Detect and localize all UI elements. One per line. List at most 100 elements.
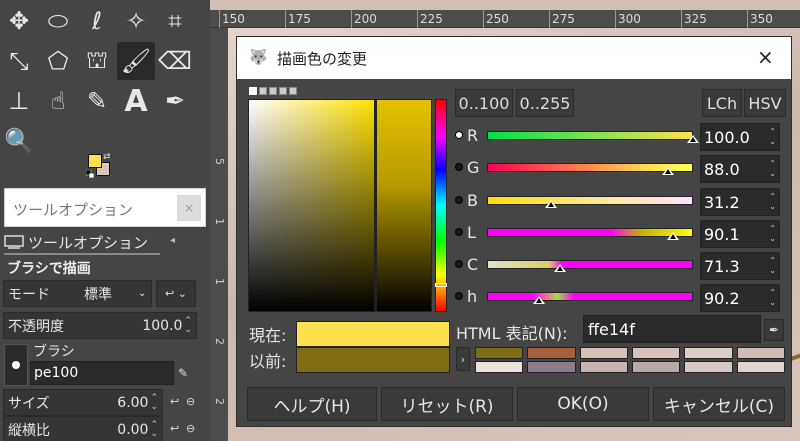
history-color-swatch[interactable]	[736, 361, 785, 373]
gimp-selector-tab-icon[interactable]	[249, 87, 257, 95]
channel-slider[interactable]	[487, 260, 693, 269]
channel-value-input[interactable]: 71.3 ⌃ ⌄	[700, 252, 780, 280]
slider-marker-icon[interactable]	[666, 232, 679, 240]
aspect-ratio-reset-icon[interactable]: ↩	[170, 422, 179, 435]
history-color-swatch[interactable]	[579, 347, 628, 359]
eyedropper-icon[interactable]: ✒	[764, 319, 784, 341]
range-0-255-button[interactable]: 0..255	[516, 89, 574, 117]
cage-transform-tool-icon[interactable]: ⬠	[39, 42, 77, 80]
paintbrush-tool-icon[interactable]: 🖌	[117, 42, 155, 80]
watercolor-selector-tab-icon[interactable]	[289, 87, 297, 95]
vertical-ruler[interactable]: 5 1 1 2 2	[210, 28, 228, 441]
free-select-tool-icon[interactable]: ℓ	[78, 2, 116, 40]
aspect-ratio-slider[interactable]: 縦横比 0.00 ⌃ ⌄	[3, 416, 163, 441]
history-color-swatch[interactable]	[736, 347, 785, 359]
crop-tool-icon[interactable]: ⌗	[156, 2, 194, 40]
size-slider[interactable]: サイズ 6.00 ⌃ ⌄	[3, 389, 163, 416]
brush-preview[interactable]	[4, 344, 28, 386]
cancel-button[interactable]: キャンセル(C)	[653, 387, 785, 421]
cmyk-selector-tab-icon[interactable]	[259, 87, 267, 95]
history-color-swatch[interactable]	[579, 361, 628, 373]
channel-value-input[interactable]: 90.2 ⌃ ⌄	[700, 284, 780, 312]
history-color-swatch[interactable]	[527, 361, 576, 373]
brush-edit-icon[interactable]: ✎	[178, 366, 188, 380]
aspect-ratio-link-icon[interactable]: ⊖	[186, 422, 195, 435]
size-spinner-icon[interactable]: ⌃ ⌄	[150, 393, 158, 412]
size-link-icon[interactable]: ⊖	[186, 395, 195, 408]
channel-radio[interactable]	[455, 292, 463, 300]
history-color-swatch[interactable]	[684, 347, 733, 359]
fuzzy-select-tool-icon[interactable]: ✧	[117, 2, 155, 40]
zoom-tool-icon[interactable]: 🔍	[0, 122, 38, 160]
swap-colors-icon[interactable]: ⇄	[103, 152, 111, 162]
spinner-icon[interactable]: ⌃ ⌄	[769, 127, 776, 147]
history-color-swatch[interactable]	[527, 347, 576, 359]
reset-colors-icon[interactable]	[86, 170, 94, 178]
add-to-history-icon[interactable]: ›	[456, 347, 470, 371]
channel-radio[interactable]	[455, 131, 463, 139]
size-reset-icon[interactable]: ↩	[170, 395, 179, 408]
help-button[interactable]: ヘルプ(H)	[247, 387, 377, 421]
slider-marker-icon[interactable]	[532, 296, 545, 304]
ok-button[interactable]: OK(O)	[517, 387, 649, 421]
scale-tool-icon[interactable]: ⤡	[0, 42, 38, 80]
channel-value-input[interactable]: 31.2 ⌃ ⌄	[700, 188, 780, 216]
tooltip-close-icon[interactable]: ×	[177, 195, 201, 221]
reset-button[interactable]: リセット(R)	[381, 387, 513, 421]
channel-value-input[interactable]: 100.0 ⌃ ⌄	[700, 123, 780, 151]
slider-marker-icon[interactable]	[545, 200, 558, 208]
channel-slider[interactable]	[487, 292, 693, 301]
tab-menu-icon[interactable]: ◂	[170, 235, 175, 246]
eraser-tool-icon[interactable]: ⌫	[156, 42, 194, 80]
lch-button[interactable]: LCh	[702, 89, 742, 117]
paths-tool-icon[interactable]: ✎	[78, 82, 116, 120]
channel-value-input[interactable]: 88.0 ⌃ ⌄	[700, 155, 780, 183]
channel-slider[interactable]	[487, 196, 693, 205]
text-tool-icon[interactable]: A	[117, 82, 155, 120]
aspect-ratio-spinner-icon[interactable]: ⌃ ⌄	[150, 420, 158, 439]
spinner-icon[interactable]: ⌃ ⌄	[769, 288, 776, 308]
channel-radio[interactable]	[455, 260, 463, 268]
opacity-spinner-icon[interactable]: ⌃ ⌄	[184, 316, 192, 335]
hue-strip[interactable]	[435, 99, 447, 312]
channel-radio[interactable]	[455, 228, 463, 236]
html-notation-input[interactable]: ffe14f	[583, 315, 761, 343]
spinner-icon[interactable]: ⌃ ⌄	[769, 159, 776, 179]
tab-tool-options[interactable]: ツールオプション	[4, 231, 160, 255]
saturation-value-area[interactable]	[248, 99, 376, 312]
brush-name-field[interactable]: pe100	[30, 361, 174, 385]
range-0-100-button[interactable]: 0..100	[455, 89, 513, 117]
dialog-titlebar[interactable]: 🐺 描画色の変更 ×	[237, 37, 791, 79]
mode-select[interactable]: モード 標準 ⌄	[3, 280, 152, 307]
history-color-swatch[interactable]	[475, 361, 524, 373]
spinner-icon[interactable]: ⌃ ⌄	[769, 192, 776, 212]
horizontal-ruler[interactable]: 150 175 200 225 250 275 300 325 350	[210, 10, 800, 28]
channel-slider[interactable]	[487, 131, 693, 140]
spinner-icon[interactable]: ⌃ ⌄	[769, 256, 776, 276]
slider-marker-icon[interactable]	[662, 167, 675, 175]
history-color-swatch[interactable]	[631, 347, 681, 359]
close-icon[interactable]: ×	[757, 45, 774, 69]
slider-marker-icon[interactable]	[554, 264, 567, 272]
ellipse-select-tool-icon[interactable]: ⬭	[39, 2, 77, 40]
slider-marker-icon[interactable]	[687, 135, 699, 143]
mode-reset-button[interactable]: ↩ ⌄	[156, 280, 196, 307]
channel-slider[interactable]	[487, 228, 693, 237]
clone-tool-icon[interactable]: ⊥	[0, 82, 38, 120]
foreground-color-swatch[interactable]	[88, 154, 102, 168]
move-tool-icon[interactable]: ✥	[0, 2, 38, 40]
channel-value-input[interactable]: 90.1 ⌃ ⌄	[700, 220, 780, 248]
channel-radio[interactable]	[455, 163, 463, 171]
bucket-fill-tool-icon[interactable]: ⛫	[78, 42, 116, 80]
color-picker-tool-icon[interactable]: ✒	[156, 82, 194, 120]
triangle-selector-tab-icon[interactable]	[269, 87, 277, 95]
history-color-swatch[interactable]	[475, 347, 524, 359]
spinner-icon[interactable]: ⌃ ⌄	[769, 224, 776, 244]
old-color-swatch[interactable]	[296, 347, 450, 373]
channel-radio[interactable]	[455, 196, 463, 204]
wheel-selector-tab-icon[interactable]	[279, 87, 287, 95]
history-color-swatch[interactable]	[631, 361, 681, 373]
smudge-tool-icon[interactable]: ☝	[39, 82, 77, 120]
saturation-value-area-extension[interactable]	[376, 99, 432, 312]
history-color-swatch[interactable]	[684, 361, 733, 373]
